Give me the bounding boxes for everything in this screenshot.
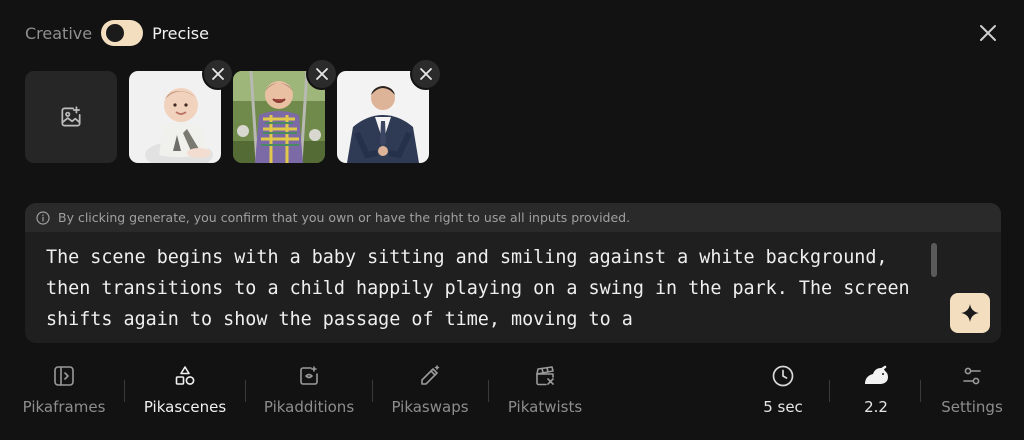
toolbar-divider: [488, 380, 489, 402]
remove-image-3-button[interactable]: [410, 58, 442, 90]
toolbar-divider: [829, 380, 830, 402]
pikascenes-icon: [175, 366, 195, 385]
pikatwists-icon: [536, 366, 554, 386]
sliders-icon: [963, 367, 981, 385]
tab-label: Pikascenes: [143, 398, 227, 416]
close-icon: [420, 68, 432, 80]
model-version-label: 2.2: [864, 398, 888, 416]
close-icon[interactable]: [976, 21, 1000, 45]
tab-pikatwists[interactable]: Pikatwists: [507, 362, 583, 418]
tab-pikascenes[interactable]: Pikascenes: [143, 362, 227, 418]
tab-pikaswaps[interactable]: Pikaswaps: [391, 362, 469, 418]
rabbit-icon: [865, 365, 888, 384]
mode-toggle[interactable]: [101, 20, 144, 46]
model-version-button[interactable]: 2.2: [849, 362, 903, 418]
enhance-prompt-button[interactable]: [950, 293, 990, 333]
sparkle-icon: [961, 304, 979, 322]
settings-button[interactable]: Settings: [940, 362, 1004, 418]
precise-label[interactable]: Precise: [152, 24, 209, 43]
tab-label: Pikaframes: [22, 398, 106, 416]
toggle-knob: [106, 24, 125, 42]
settings-label: Settings: [941, 398, 1003, 416]
tab-label: Pikaswaps: [391, 398, 469, 416]
toolbar-divider: [372, 380, 373, 402]
pikaswaps-icon: [421, 365, 440, 385]
duration-button[interactable]: 5 sec: [755, 362, 811, 418]
info-icon: [36, 210, 50, 225]
pikaframes-icon: [54, 366, 74, 386]
pikadditions-icon: [300, 366, 318, 385]
tab-pikaframes[interactable]: Pikaframes: [22, 362, 106, 418]
toolbar-divider: [124, 380, 125, 402]
tab-pikadditions[interactable]: Pikadditions: [263, 362, 355, 418]
creative-label[interactable]: Creative: [25, 24, 92, 43]
close-icon: [212, 68, 224, 80]
tab-label: Pikatwists: [507, 398, 583, 416]
prompt-panel: By clicking generate, you confirm that y…: [25, 203, 1001, 343]
close-icon: [316, 68, 328, 80]
toolbar-divider: [245, 380, 246, 402]
clock-icon: [772, 365, 794, 387]
prompt-textarea[interactable]: The scene begins with a baby sitting and…: [46, 242, 934, 338]
remove-image-2-button[interactable]: [306, 58, 338, 90]
mode-toggle-group: Creative Precise: [25, 20, 209, 46]
duration-label: 5 sec: [763, 398, 803, 416]
add-image-button[interactable]: [25, 71, 117, 163]
add-image-icon: [61, 106, 81, 127]
toolbar-divider: [920, 380, 921, 402]
remove-image-1-button[interactable]: [202, 58, 234, 90]
prompt-scrollbar[interactable]: [931, 243, 937, 277]
tab-label: Pikadditions: [263, 398, 355, 416]
rights-notice: By clicking generate, you confirm that y…: [25, 203, 1001, 232]
rights-notice-text: By clicking generate, you confirm that y…: [58, 210, 631, 225]
